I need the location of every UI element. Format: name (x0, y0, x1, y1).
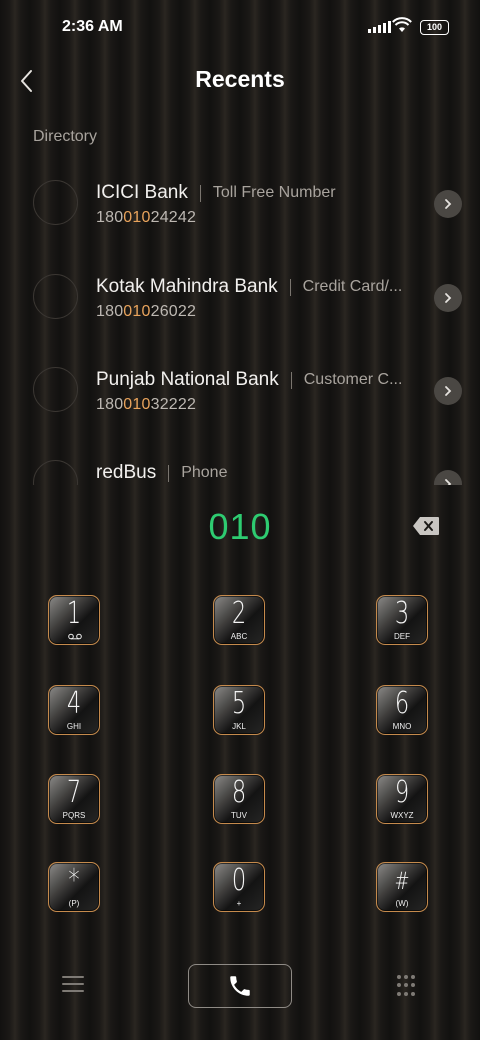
wifi-icon (392, 17, 412, 32)
contact-tag: Phone (181, 464, 228, 481)
contact-name: Kotak Mahindra Bank (96, 276, 278, 297)
key-digit: 8 (231, 775, 247, 810)
phone-icon (230, 976, 250, 996)
key-digit: 6 (394, 686, 410, 721)
contact-name: redBus (96, 462, 157, 483)
contact-number: 18001032222 (96, 396, 197, 413)
number-match-highlight: 010 (123, 396, 151, 413)
number-match-highlight: 010 (123, 209, 151, 226)
divider (168, 464, 170, 482)
key-1[interactable]: 1 (48, 595, 100, 645)
status-time: 2:36 AM (62, 18, 123, 35)
avatar (33, 460, 78, 485)
contact-details-button[interactable] (434, 284, 462, 312)
key-digit: 5 (231, 686, 247, 721)
contact-title-line: redBus Phone (96, 462, 418, 484)
key-digit: 1 (66, 596, 82, 631)
dialpad-toggle-button[interactable] (397, 975, 417, 997)
contact-number: 18001024242 (96, 209, 197, 226)
key-letters: WXYZ (390, 811, 414, 820)
chevron-right-icon (445, 199, 452, 209)
contact-name: ICICI Bank (96, 182, 188, 203)
contact-tag: Customer C... (303, 371, 403, 388)
backspace-icon (413, 517, 439, 535)
key-digit: # (394, 867, 410, 895)
key-digit: 2 (231, 596, 247, 631)
avatar (33, 180, 78, 225)
dialed-number: 010 (208, 506, 272, 547)
signal-icon (368, 21, 391, 33)
contact-details-button[interactable] (434, 190, 462, 218)
chevron-right-icon (445, 293, 452, 303)
divider (290, 371, 292, 389)
voicemail-icon (68, 633, 82, 640)
contact-title-line: Punjab National Bank Customer C... (96, 369, 418, 391)
key-6[interactable]: 6 MNO (376, 685, 428, 735)
number-match-highlight: 010 (123, 303, 151, 320)
key-star[interactable]: * (P) (48, 862, 100, 912)
key-4[interactable]: 4 GHI (48, 685, 100, 735)
key-letters: PQRS (62, 811, 86, 820)
key-3[interactable]: 3 DEF (376, 595, 428, 645)
key-letters: JKL (232, 722, 246, 731)
contact-list[interactable]: ICICI Bank Toll Free Number 18001024242 … (0, 160, 480, 485)
key-0[interactable]: 0 + (213, 862, 265, 912)
contact-number: 18001026022 (96, 303, 197, 320)
key-digit: 7 (66, 775, 82, 810)
avatar (33, 274, 78, 319)
contact-title-line: Kotak Mahindra Bank Credit Card/... (96, 276, 418, 298)
contact-title-line: ICICI Bank Toll Free Number (96, 182, 418, 204)
key-letters: TUV (231, 811, 247, 820)
avatar (33, 367, 78, 412)
menu-button[interactable] (62, 976, 84, 994)
menu-icon (62, 976, 84, 992)
key-letters: GHI (66, 722, 82, 731)
backspace-button[interactable] (412, 516, 440, 536)
key-digit: 3 (394, 596, 410, 631)
divider (199, 184, 201, 202)
key-digit: 4 (66, 686, 82, 721)
key-letters: (P) (68, 899, 80, 908)
key-2[interactable]: 2 ABC (213, 595, 265, 645)
key-letters: (W) (395, 899, 409, 908)
key-letters: ABC (230, 632, 248, 641)
contact-tag: Toll Free Number (212, 184, 336, 201)
key-letters: MNO (392, 722, 412, 731)
key-7[interactable]: 7 PQRS (48, 774, 100, 824)
dialpad-icon (397, 975, 401, 979)
key-5[interactable]: 5 JKL (213, 685, 265, 735)
key-hash[interactable]: # (W) (376, 862, 428, 912)
key-8[interactable]: 8 TUV (213, 774, 265, 824)
battery-icon: 100 (420, 20, 449, 35)
key-digit: 9 (394, 775, 410, 810)
call-button[interactable] (188, 964, 292, 1008)
section-label-directory: Directory (33, 128, 98, 145)
list-item[interactable]: redBus Phone (0, 440, 480, 485)
chevron-right-icon (445, 479, 452, 485)
contact-details-button[interactable] (434, 377, 462, 405)
key-digit: 0 (231, 863, 247, 898)
key-digit: * (68, 863, 80, 898)
status-bar: 2:36 AM 100 (0, 0, 480, 56)
key-letters: DEF (394, 632, 410, 641)
page-title: Recents (195, 66, 285, 92)
chevron-right-icon (445, 386, 452, 396)
contact-tag: Credit Card/... (302, 278, 403, 295)
divider (289, 278, 291, 296)
contact-details-button[interactable] (434, 470, 462, 485)
list-item[interactable]: Kotak Mahindra Bank Credit Card/... 1800… (0, 254, 480, 348)
contact-name: Punjab National Bank (96, 369, 279, 390)
list-item[interactable]: Punjab National Bank Customer C... 18001… (0, 347, 480, 441)
list-item[interactable]: ICICI Bank Toll Free Number 18001024242 (0, 160, 480, 254)
key-letters: + (236, 899, 242, 908)
key-9[interactable]: 9 WXYZ (376, 774, 428, 824)
